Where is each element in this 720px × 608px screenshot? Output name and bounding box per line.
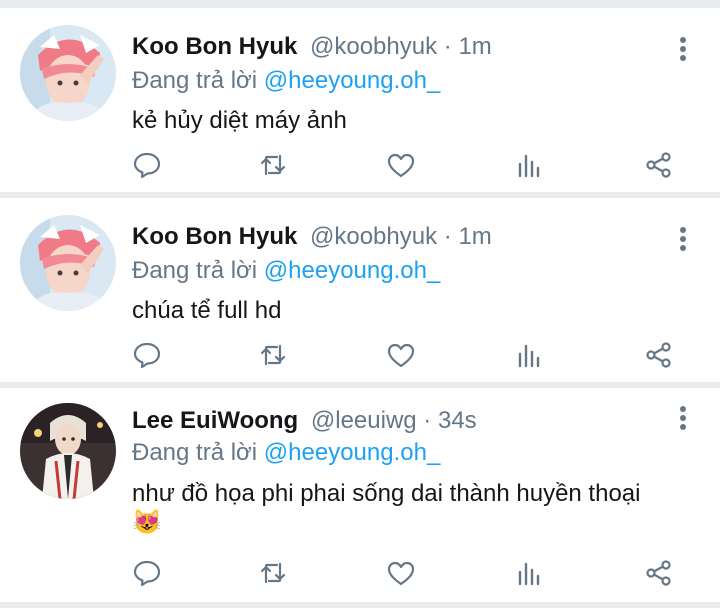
tweet-actions — [132, 150, 692, 184]
user-handle[interactable]: @koobhyuk — [310, 223, 437, 250]
tweet-text: như đồ họa phi phai sống dai thành huyền… — [132, 480, 641, 507]
reply-mention[interactable]: @heeyoung.oh_ — [264, 439, 441, 466]
share-icon[interactable] — [644, 340, 678, 374]
timestamp[interactable]: 1m — [458, 33, 491, 60]
display-name[interactable]: Koo Bon Hyuk — [132, 223, 297, 250]
like-icon[interactable] — [386, 558, 420, 592]
share-icon[interactable] — [644, 150, 678, 184]
reply-mention[interactable]: @heeyoung.oh_ — [264, 67, 441, 94]
avatar[interactable] — [20, 215, 116, 311]
more-options-icon[interactable] — [676, 36, 690, 62]
retweet-icon[interactable] — [258, 558, 292, 592]
analytics-icon[interactable] — [514, 150, 548, 184]
reply-icon[interactable] — [132, 558, 166, 592]
tweet-actions — [132, 340, 692, 374]
retweet-icon[interactable] — [258, 150, 292, 184]
timestamp[interactable]: 1m — [458, 223, 491, 250]
tweet[interactable]: Koo Bon Hyuk @koobhyuk · 1m Đang trả lời… — [0, 198, 720, 382]
tweet-actions — [132, 558, 692, 592]
retweet-icon[interactable] — [258, 340, 292, 374]
tweet-header: Koo Bon Hyuk @koobhyuk · 1m — [132, 32, 492, 62]
like-icon[interactable] — [386, 150, 420, 184]
display-name[interactable]: Lee EuiWoong — [132, 407, 298, 434]
tweet-header: Lee EuiWoong @leeuiwg · 34s — [132, 406, 477, 436]
reply-mention[interactable]: @heeyoung.oh_ — [264, 257, 441, 284]
smiling-cat-heart-eyes-emoji: 😻 — [132, 509, 162, 536]
tweet[interactable]: Lee EuiWoong @leeuiwg · 34s Đang trả lời… — [0, 388, 720, 602]
tweet-text: chúa tể full hd — [132, 297, 282, 324]
display-name[interactable]: Koo Bon Hyuk — [132, 33, 297, 60]
replying-to: Đang trả lời @heeyoung.oh_ — [132, 66, 440, 96]
tweet[interactable]: Koo Bon Hyuk @koobhyuk · 1m Đang trả lời… — [0, 8, 720, 192]
analytics-icon[interactable] — [514, 340, 548, 374]
separator: · — [437, 33, 459, 60]
avatar[interactable] — [20, 25, 116, 121]
tweet-header: Koo Bon Hyuk @koobhyuk · 1m — [132, 222, 492, 252]
reply-icon[interactable] — [132, 150, 166, 184]
more-options-icon[interactable] — [676, 226, 690, 252]
reply-icon[interactable] — [132, 340, 166, 374]
more-options-icon[interactable] — [676, 405, 690, 431]
share-icon[interactable] — [644, 558, 678, 592]
user-handle[interactable]: @koobhyuk — [310, 33, 437, 60]
tweet-text: kẻ hủy diệt máy ảnh — [132, 107, 347, 134]
reply-prefix: Đang trả lời — [132, 257, 258, 284]
reply-prefix: Đang trả lời — [132, 439, 258, 466]
timestamp[interactable]: 34s — [438, 407, 477, 434]
separator: · — [416, 407, 438, 434]
separator: · — [437, 223, 459, 250]
user-handle[interactable]: @leeuiwg — [311, 407, 417, 434]
avatar[interactable] — [20, 403, 116, 499]
reply-prefix: Đang trả lời — [132, 67, 258, 94]
tweet-feed: Koo Bon Hyuk @koobhyuk · 1m Đang trả lời… — [0, 0, 720, 608]
like-icon[interactable] — [386, 340, 420, 374]
replying-to: Đang trả lời @heeyoung.oh_ — [132, 438, 440, 468]
replying-to: Đang trả lời @heeyoung.oh_ — [132, 256, 440, 286]
analytics-icon[interactable] — [514, 558, 548, 592]
